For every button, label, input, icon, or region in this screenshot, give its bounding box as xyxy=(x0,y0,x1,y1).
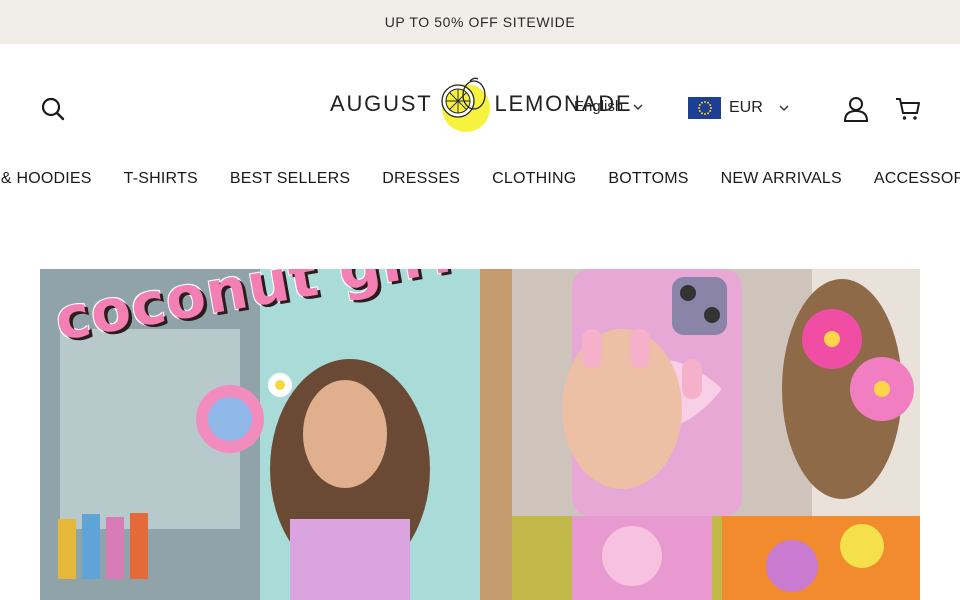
nav-track: SWEATSHIRTS & HOODIES T-SHIRTS BEST SELL… xyxy=(0,170,960,188)
nav-item-new-arrivals[interactable]: NEW ARRIVALS xyxy=(721,170,842,188)
language-label: English xyxy=(574,98,624,115)
nav-item-t-shirts[interactable]: T-SHIRTS xyxy=(124,170,198,188)
chevron-down-icon xyxy=(779,105,789,111)
logo-word-left: AUGUST xyxy=(330,91,433,116)
announcement-text: UP TO 50% OFF SITEWIDE xyxy=(384,14,576,30)
cart-icon[interactable] xyxy=(892,93,924,125)
nav-item-best-sellers[interactable]: BEST SELLERS xyxy=(230,170,350,188)
nav-item-dresses[interactable]: DRESSES xyxy=(382,170,460,188)
site-header: AUGUST LEMONADE English EUR xyxy=(0,44,960,156)
nav-item-sweatshirts-hoodies[interactable]: SWEATSHIRTS & HOODIES xyxy=(0,170,92,188)
eu-flag-icon xyxy=(688,97,721,119)
announcement-bar: UP TO 50% OFF SITEWIDE xyxy=(0,0,960,44)
user-icon[interactable] xyxy=(840,93,872,125)
nav-item-accessories[interactable]: ACCESSORIES xyxy=(874,170,960,188)
hero-banner[interactable]: coconut girl xyxy=(40,269,920,600)
lemon-logo-icon xyxy=(441,77,491,132)
nav-item-clothing[interactable]: CLOTHING xyxy=(492,170,576,188)
chevron-down-icon xyxy=(633,104,643,110)
nav-item-bottoms[interactable]: BOTTOMS xyxy=(608,170,688,188)
language-selector[interactable]: English xyxy=(574,98,643,115)
currency-selector[interactable]: EUR xyxy=(688,97,789,119)
hero-photo-girl: coconut girl xyxy=(40,269,512,600)
currency-label: EUR xyxy=(729,99,763,116)
hero-photo-nails xyxy=(512,269,920,516)
hero-photo-fabric xyxy=(512,516,920,600)
search-icon[interactable] xyxy=(38,94,68,124)
main-navigation: SWEATSHIRTS & HOODIES T-SHIRTS BEST SELL… xyxy=(0,156,960,202)
